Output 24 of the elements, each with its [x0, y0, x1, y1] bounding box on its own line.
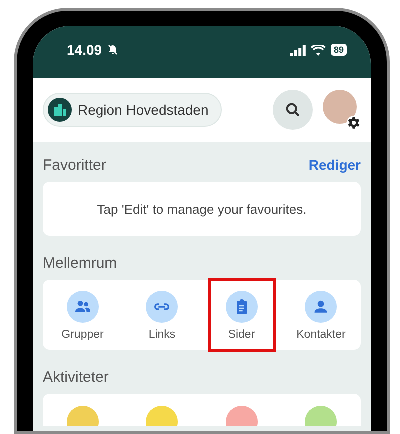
battery-level: 89	[330, 44, 347, 56]
space-tile[interactable]: Kontakter	[288, 278, 355, 352]
avatar[interactable]	[323, 90, 357, 124]
wifi-icon	[310, 44, 326, 56]
settings-icon[interactable]	[347, 116, 361, 130]
search-icon	[284, 101, 302, 119]
person-icon	[305, 291, 338, 323]
search-button[interactable]	[273, 90, 313, 130]
space-tile[interactable]: Sider	[208, 278, 276, 352]
building-icon	[48, 98, 72, 122]
section-title: Aktiviteter	[43, 368, 109, 386]
section-title: Mellemrum	[43, 254, 118, 272]
status-time: 14.09	[67, 42, 102, 58]
edit-link[interactable]: Rediger	[308, 157, 361, 173]
space-tile[interactable]: Grupper	[49, 278, 116, 352]
signal-icon	[290, 44, 306, 56]
muted-bell-icon	[107, 44, 120, 56]
section-title: Favoritter	[43, 156, 106, 174]
empty-message: Tap 'Edit' to manage your favourites.	[97, 202, 307, 216]
clipboard-icon	[226, 291, 258, 323]
link-icon	[146, 291, 178, 323]
space-tile[interactable]: Links	[128, 278, 196, 352]
people-icon	[66, 291, 99, 323]
organization-selector[interactable]: Region Hovedstaden	[43, 93, 222, 127]
